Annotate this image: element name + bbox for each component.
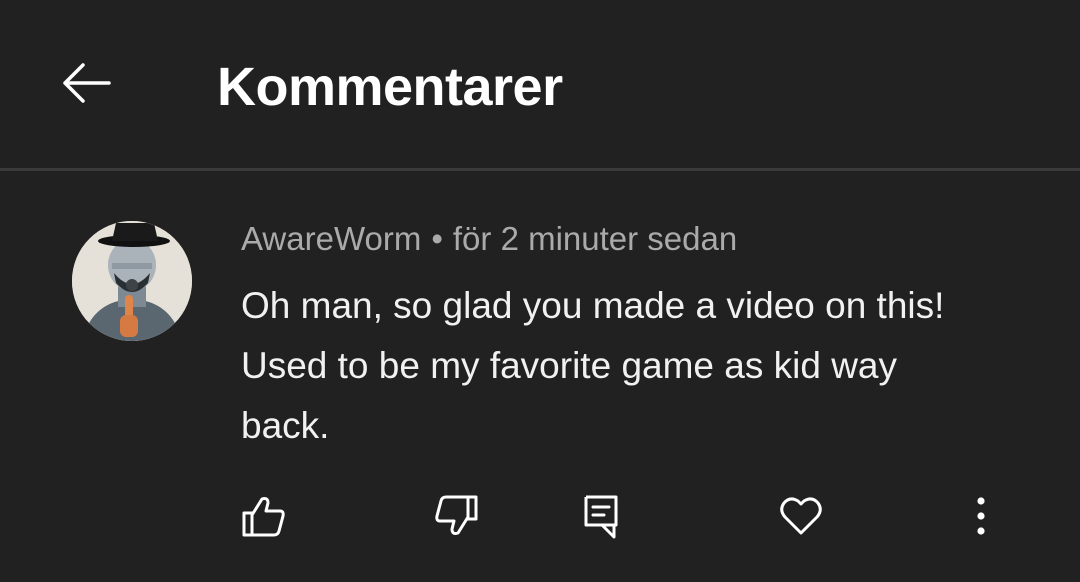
comment-meta: AwareWorm • för 2 minuter sedan <box>241 219 737 259</box>
more-vertical-icon <box>977 497 985 535</box>
arrow-left-icon <box>63 63 111 103</box>
more-options-button[interactable] <box>956 491 1006 541</box>
comment-timestamp: för 2 minuter sedan <box>452 220 738 257</box>
like-button[interactable] <box>238 491 288 541</box>
back-button[interactable] <box>52 50 118 116</box>
heart-icon <box>780 497 822 535</box>
thumbs-up-icon <box>242 497 285 537</box>
comment-author[interactable]: AwareWorm <box>241 220 421 257</box>
meta-separator: • <box>431 220 443 257</box>
thumbs-down-icon <box>435 495 478 535</box>
dislike-button[interactable] <box>432 491 482 541</box>
avatar[interactable] <box>72 221 192 341</box>
comment-text: Oh man, so glad you made a video on this… <box>241 285 945 446</box>
reply-button[interactable] <box>576 491 626 541</box>
comment-item: AwareWorm • för 2 minuter sedan Oh man, so… <box>0 171 1080 582</box>
heart-button[interactable] <box>776 491 826 541</box>
app-header: Kommentarer <box>0 0 1080 168</box>
reply-comment-icon <box>584 495 618 539</box>
user-avatar-image <box>72 221 192 341</box>
page-title: Kommentarer <box>217 57 563 117</box>
